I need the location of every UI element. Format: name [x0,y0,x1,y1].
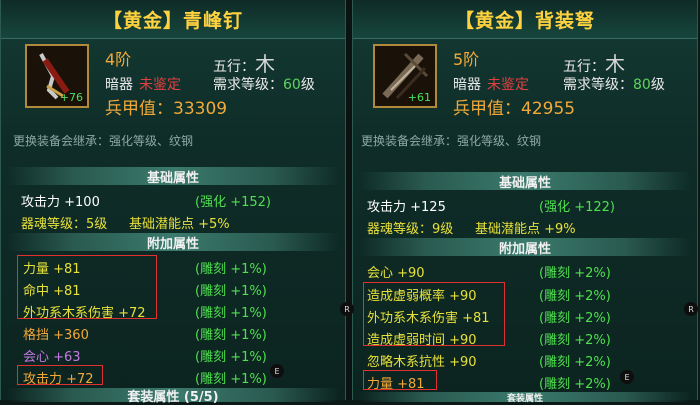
extra-attr-bonus: (雕刻 +1%) [195,328,267,343]
icon-strengthen-level: +76 [59,91,83,104]
item-tooltip-left: 【黄金】青峰钉 +76 4阶 五行：木 暗器 未鉴定 需求等级：60级 兵甲值：… [0,0,346,405]
element-label: 五行： [213,59,255,75]
highlight-box [363,370,437,390]
identify-status: 未鉴定 [139,77,181,93]
base-potential: 基础潜能点 +5% [129,217,230,232]
extra-attr-bonus: (雕刻 +1%) [195,306,267,321]
base-potential: 基础潜能点 +9% [475,222,576,237]
item-title: 【黄金】青峰钉 [1,0,345,39]
base-attr-header: 基础属性 [7,167,339,186]
armor-value: 兵甲值：42955 [453,99,576,119]
level-req-label: 需求等级： [563,77,633,93]
highlight-box [363,282,505,346]
item-icon-crossbow[interactable]: +61 [373,44,437,108]
inherit-note: 更换装备会继承：强化等级、纹钢 [361,134,542,148]
level-req-value: 80 [633,77,651,93]
element-label: 五行： [563,59,605,75]
level-req-unit: 级 [300,77,315,93]
level-req-unit: 级 [650,77,665,93]
armor-value: 兵甲值：33309 [105,99,228,119]
level-req-value: 60 [283,77,301,93]
extra-attr-header: 附加属性 [7,233,339,252]
element-row: 五行：木 [213,48,275,77]
extra-attr-name: 会心 +63 [23,350,81,365]
item-tier: 4阶 [105,50,132,69]
extra-attr-name: 格挡 +360 [23,328,89,343]
extra-attr-bonus: (雕刻 +2%) [539,333,611,348]
extra-attr-bonus: (雕刻 +2%) [539,266,611,281]
extra-attr-bonus: (雕刻 +1%) [195,372,267,387]
level-requirement: 需求等级：60级 [213,74,315,94]
base-attr-header: 基础属性 [359,172,691,191]
highlight-box [17,255,157,319]
soul-level: 器魂等级：5级 [21,217,108,232]
level-req-label: 需求等级： [213,77,283,93]
inherit-note: 更换装备会继承：强化等级、纹钢 [13,134,194,148]
item-type: 暗器 [105,77,133,93]
hud-hotkey-e[interactable]: E [270,364,284,378]
element-row: 五行：木 [563,48,625,77]
icon-strengthen-level: +61 [407,91,431,104]
set-attr-header: 套装属性 [359,392,691,404]
attack-bonus: (强化 +122) [539,200,615,215]
item-title: 【黄金】背装弩 [353,0,697,39]
attack-stat: 攻击力 +100 [21,195,100,210]
extra-attr-bonus: (雕刻 +1%) [195,262,267,277]
hud-hotkey-r[interactable]: R [684,302,698,316]
identify-status: 未鉴定 [487,77,529,93]
extra-attr-name: 忽略木系抗性 +90 [367,355,477,370]
extra-attr-bonus: (雕刻 +2%) [539,311,611,326]
item-tooltip-right: 【黄金】背装弩 +61 5阶 五行：木 暗器 未鉴定 需求等级：80级 兵甲值：… [352,0,698,404]
extra-attr-bonus: (雕刻 +2%) [539,355,611,370]
attack-stat: 攻击力 +125 [367,200,446,215]
extra-attr-bonus: (雕刻 +2%) [539,377,611,392]
hud-hotkey-e[interactable]: E [620,370,634,384]
element-glyph: 木 [255,52,275,76]
extra-attr-bonus: (雕刻 +2%) [539,289,611,304]
soul-level: 器魂等级：9级 [367,222,454,237]
level-requirement: 需求等级：80级 [563,74,665,94]
attack-bonus: (强化 +152) [195,195,271,210]
extra-attr-bonus: (雕刻 +1%) [195,350,267,365]
hud-hotkey-r[interactable]: R [340,302,354,316]
extra-attr-name: 会心 +90 [367,266,425,281]
item-icon-hidden-nail[interactable]: +76 [25,44,89,108]
item-type: 暗器 [453,77,481,93]
extra-attr-header: 附加属性 [359,238,691,257]
item-tier: 5阶 [453,50,480,69]
highlight-box [17,365,103,385]
extra-attr-bonus: (雕刻 +1%) [195,284,267,299]
element-glyph: 木 [605,52,625,76]
